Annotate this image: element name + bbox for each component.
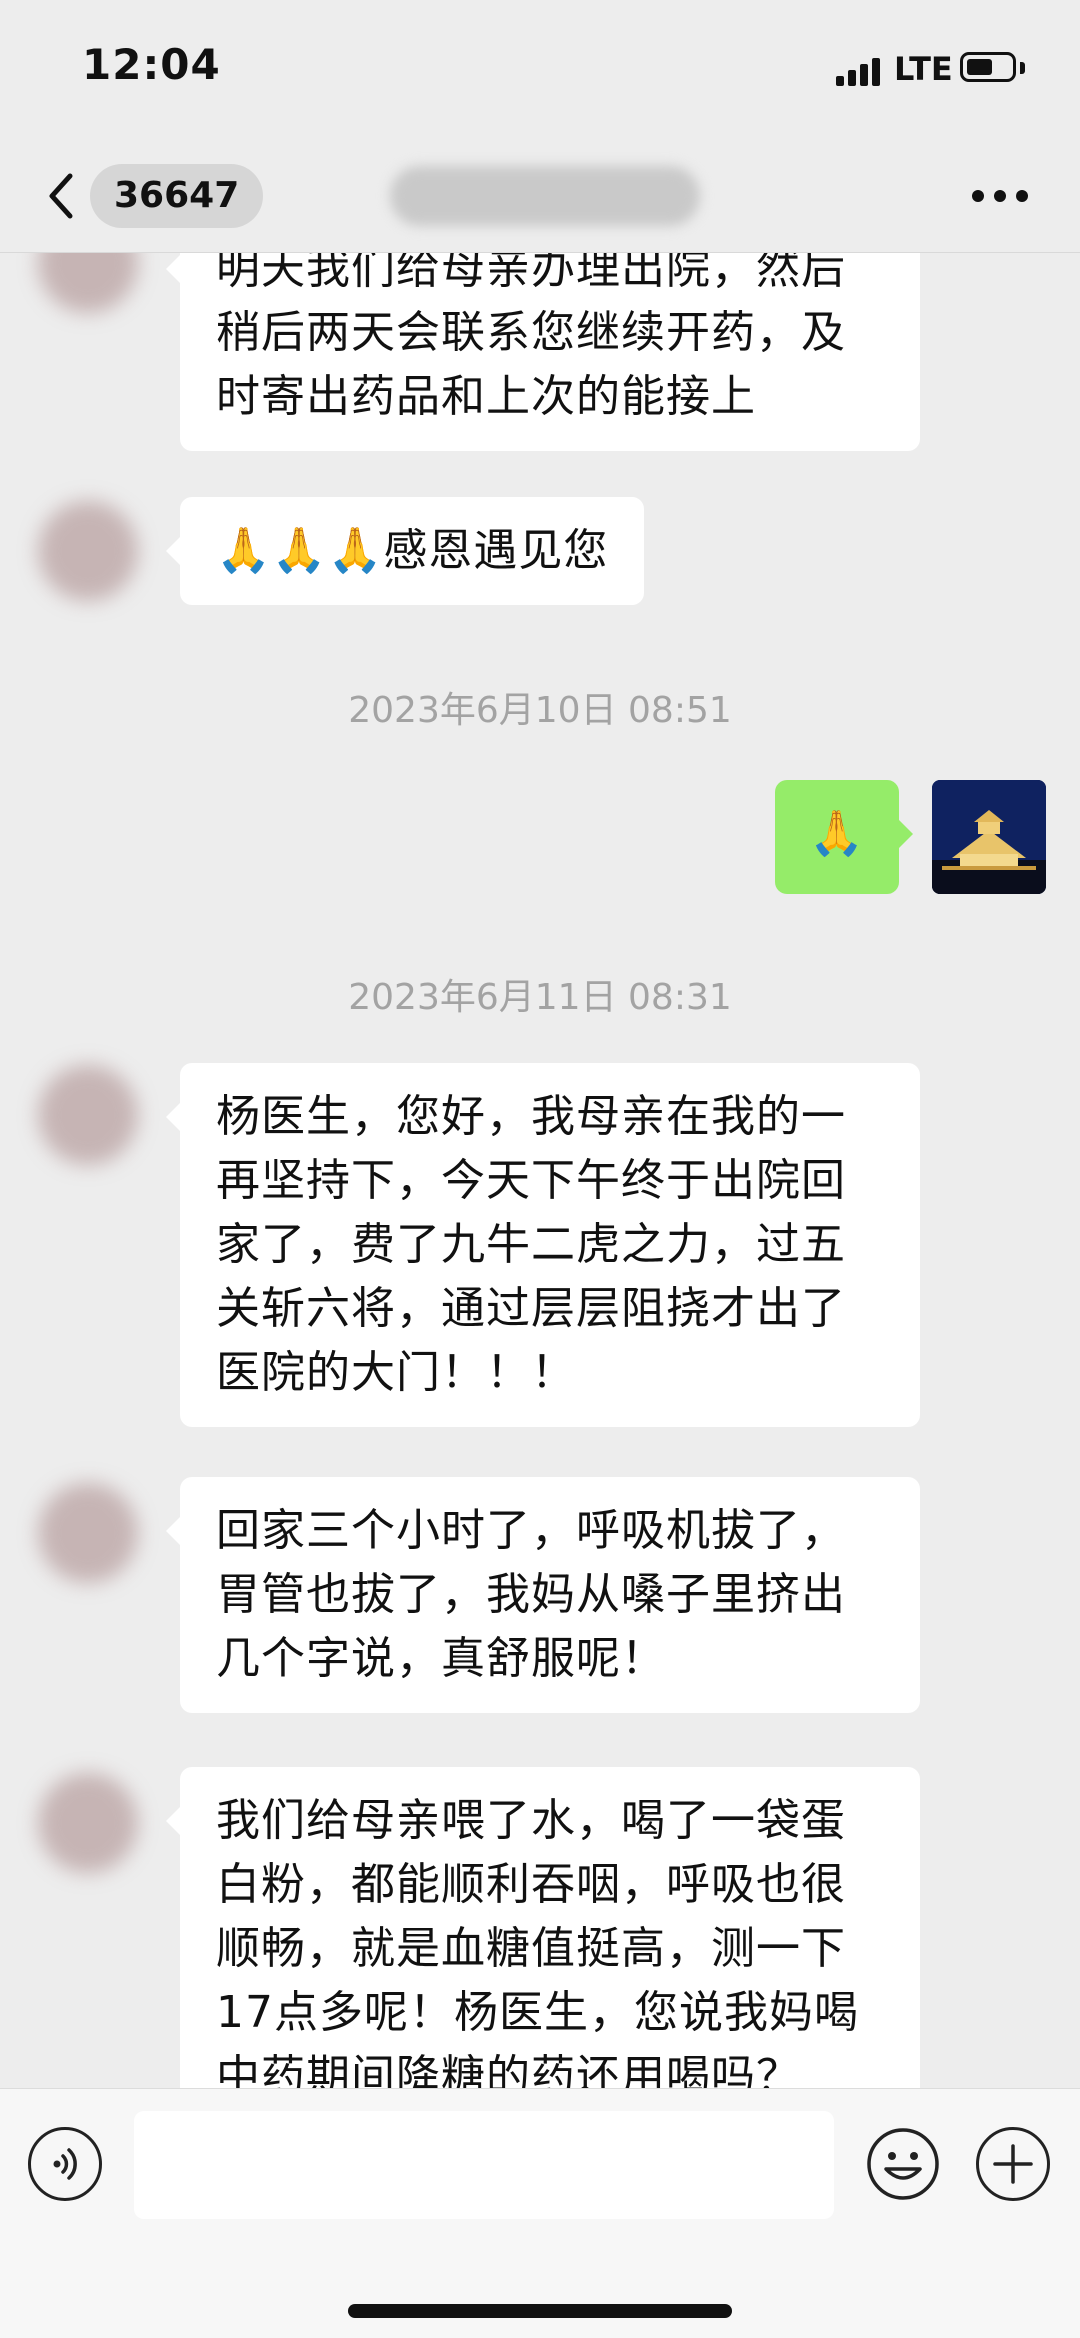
network-label: LTE (894, 50, 953, 88)
battery-icon (960, 52, 1016, 82)
message-text: 🙏 (809, 808, 865, 859)
message-timestamp: 2023年6月11日 08:31 (348, 977, 732, 1018)
voice-icon (53, 2148, 77, 2180)
signal-icon (836, 58, 882, 86)
contact-avatar[interactable] (38, 253, 138, 313)
plus-icon (993, 2144, 1033, 2184)
message-bubble[interactable]: 🙏🙏🙏感恩遇见您 (165, 497, 645, 605)
message-text: 回家三个小时了，呼吸机拔了，胃管也拔了，我妈从嗓子里挤出几个字说，真舒服呢！ (216, 1505, 846, 1684)
back-icon[interactable] (40, 166, 84, 226)
emoji-button[interactable] (866, 2127, 940, 2201)
message-text: 我们给母亲喂了水，喝了一袋蛋白粉，都能顺利吞咽，呼吸也很顺畅，就是血糖值挺高，测… (216, 1795, 859, 2088)
chat-header: 36647 (0, 140, 1080, 253)
unread-count-badge[interactable]: 36647 (90, 164, 264, 228)
my-avatar[interactable] (932, 780, 1046, 894)
message-bubble[interactable]: 回家三个小时了，呼吸机拔了，胃管也拔了，我妈从嗓子里挤出几个字说，真舒服呢！ (166, 1477, 920, 1713)
more-actions-button[interactable] (976, 2127, 1050, 2201)
contact-avatar[interactable] (38, 501, 138, 601)
message-bubble[interactable]: 我们给母亲喂了水，喝了一袋蛋白粉，都能顺利吞咽，呼吸也很顺畅，就是血糖值挺高，测… (166, 1767, 920, 2088)
message-input[interactable] (134, 2111, 834, 2219)
chat-title-blurred (390, 166, 700, 226)
smiley-icon (867, 2128, 939, 2200)
battery-tip (1020, 62, 1025, 74)
status-time: 12:04 (82, 40, 221, 89)
contact-avatar[interactable] (38, 1065, 138, 1165)
message-text: 🙏🙏🙏感恩遇见您 (216, 525, 609, 576)
message-list[interactable]: 明天我们给母亲办理出院，然后稍后两天会联系您继续开药，及时寄出药品和上次的能接上… (0, 253, 1080, 2088)
message-bubble[interactable]: 明天我们给母亲办理出院，然后稍后两天会联系您继续开药，及时寄出药品和上次的能接上 (166, 253, 920, 451)
message-bubble-outgoing[interactable]: 🙏 (775, 780, 913, 894)
message-timestamp: 2023年6月10日 08:51 (348, 690, 732, 731)
contact-avatar[interactable] (38, 1773, 138, 1873)
contact-avatar[interactable] (38, 1483, 138, 1583)
message-text: 杨医生，您好，我母亲在我的一再坚持下，今天下午终于出院回家了，费了九牛二虎之力，… (216, 1091, 846, 1398)
more-icon[interactable] (972, 184, 1032, 208)
home-indicator[interactable] (348, 2304, 732, 2318)
temple-night-image (932, 780, 1046, 894)
input-bar (0, 2088, 1080, 2338)
message-text: 明天我们给母亲办理出院，然后稍后两天会联系您继续开药，及时寄出药品和上次的能接上 (216, 253, 846, 422)
message-bubble[interactable]: 杨医生，您好，我母亲在我的一再坚持下，今天下午终于出院回家了，费了九牛二虎之力，… (166, 1063, 920, 1427)
voice-input-button[interactable] (28, 2127, 102, 2201)
status-bar: 12:04 LTE (0, 0, 1080, 140)
